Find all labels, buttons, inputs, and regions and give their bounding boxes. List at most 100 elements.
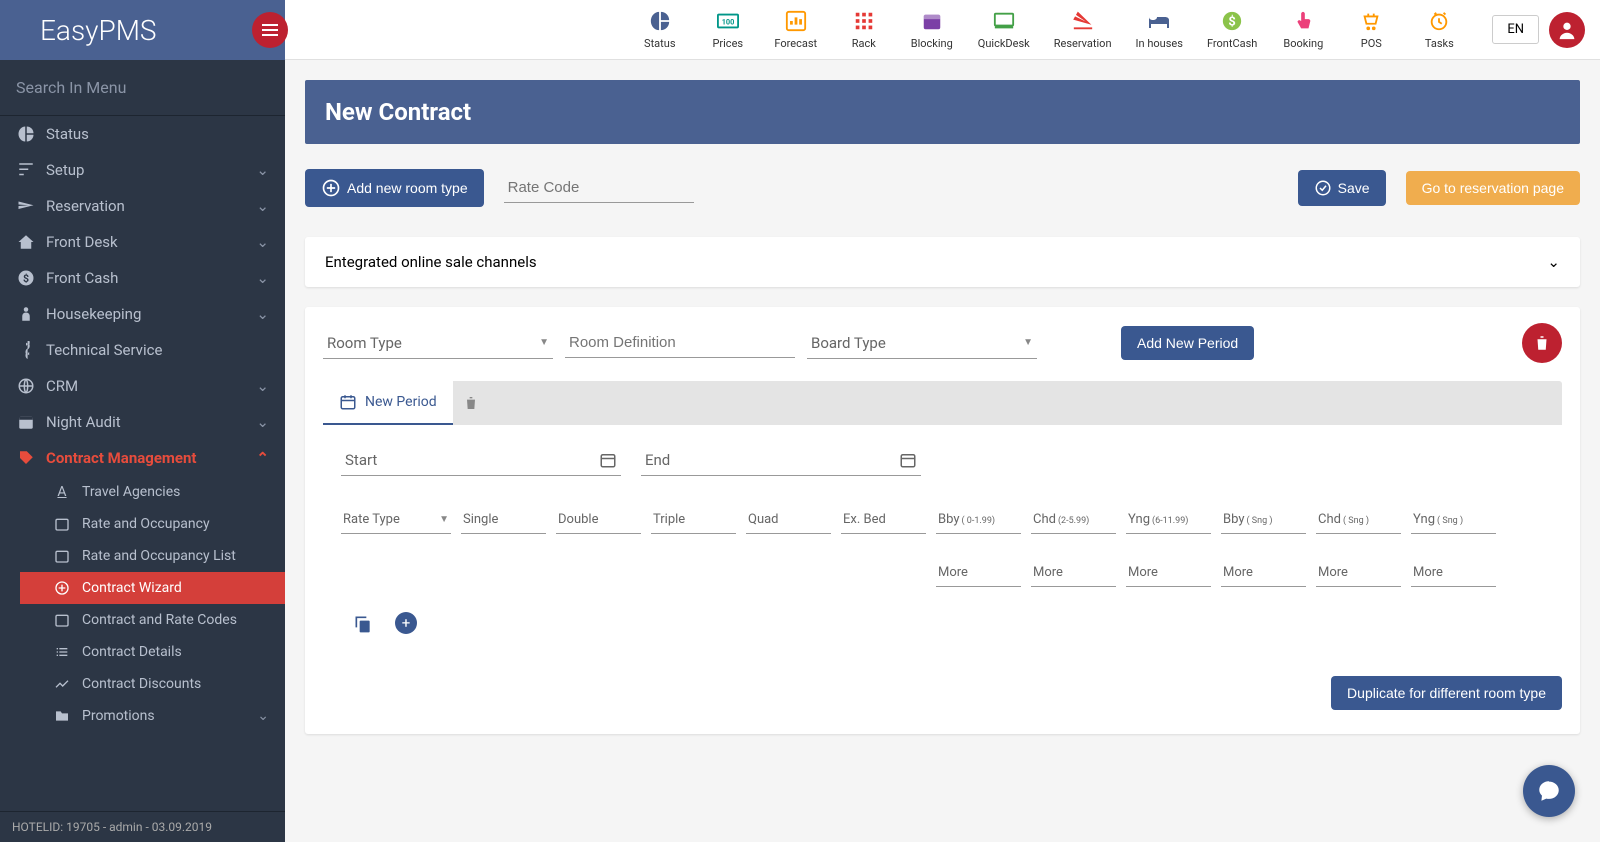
sidebar-item-reservation[interactable]: Reservation ⌄ — [0, 188, 285, 224]
copy-button[interactable] — [351, 612, 375, 636]
sidebar-item-setup[interactable]: Setup ⌄ — [0, 152, 285, 188]
sidebar-item-rateoccupancylist[interactable]: Rate and Occupancy List — [20, 540, 285, 572]
calendar-icon — [16, 413, 36, 431]
clock-icon — [1427, 9, 1451, 33]
topnav-label: Prices — [712, 37, 743, 50]
sidebar-item-promotions[interactable]: Promotions ⌄ — [20, 700, 285, 732]
topnav-item-booking[interactable]: Booking — [1273, 7, 1333, 52]
tab-new-period[interactable]: New Period — [323, 381, 453, 425]
user-avatar[interactable] — [1549, 12, 1585, 48]
more-input[interactable]: More — [1316, 559, 1401, 587]
topnav-item-quickdesk[interactable]: QuickDesk — [970, 7, 1038, 52]
rate-yng1-input[interactable]: Yng(6-11.99) — [1126, 506, 1211, 534]
delete-period-button[interactable] — [453, 395, 489, 411]
dropdown-icon: ▼ — [539, 337, 549, 348]
chevron-down-icon: ⌄ — [256, 377, 269, 395]
sidebar-item-contractmgmt[interactable]: Contract Management ⌃ — [0, 440, 285, 476]
trash-icon — [1533, 334, 1551, 352]
topnav-item-reservation[interactable]: Reservation — [1046, 7, 1120, 52]
wrench-icon — [16, 341, 36, 359]
topnav-item-tasks[interactable]: Tasks — [1409, 7, 1469, 52]
sidebar-item-technical[interactable]: Technical Service — [0, 332, 285, 368]
sidebar-item-agencies[interactable]: A Travel Agencies — [20, 476, 285, 508]
period-body: Start End Rate Type▼ Single Double Tripl… — [323, 425, 1562, 656]
end-date-input[interactable]: End — [641, 445, 921, 476]
nav-label: Contract Discounts — [82, 676, 201, 692]
sidebar-item-contractratecodes[interactable]: Contract and Rate Codes — [20, 604, 285, 636]
more-input[interactable]: More — [936, 559, 1021, 587]
rate-code-input[interactable] — [504, 173, 694, 203]
btn-label: Go to reservation page — [1422, 180, 1564, 196]
topnav-item-prices[interactable]: 100Prices — [698, 7, 758, 52]
calendar-icon — [52, 612, 72, 628]
topnav-item-status[interactable]: Status — [630, 7, 690, 52]
add-new-period-button[interactable]: Add New Period — [1121, 326, 1254, 360]
chat-bubble-button[interactable] — [1523, 765, 1575, 817]
sidebar-item-nightaudit[interactable]: Night Audit ⌄ — [0, 404, 285, 440]
add-row-button[interactable]: + — [395, 612, 417, 634]
rate-triple-input[interactable]: Triple — [651, 506, 736, 534]
board-type-select[interactable]: Board Type▼ — [807, 328, 1037, 359]
rate-exbed-input[interactable]: Ex. Bed — [841, 506, 926, 534]
room-type-select[interactable]: Room Type▼ — [323, 328, 553, 359]
delete-room-button[interactable] — [1522, 323, 1562, 363]
btn-label: Add new room type — [347, 180, 468, 196]
sidebar-item-housekeeping[interactable]: Housekeeping ⌄ — [0, 296, 285, 332]
accordion-header[interactable]: Entegrated online sale channels ⌄ — [305, 237, 1580, 287]
topnav-item-pos[interactable]: POS — [1341, 7, 1401, 52]
search-menu-input[interactable]: Search In Menu — [0, 60, 285, 116]
topnav-label: Blocking — [911, 37, 953, 50]
sidebar-item-contractdiscounts[interactable]: Contract Discounts — [20, 668, 285, 700]
calendar-icon — [899, 451, 917, 469]
more-input[interactable]: More — [1126, 559, 1211, 587]
topnav-item-rack[interactable]: Rack — [834, 7, 894, 52]
rate-type-select[interactable]: Rate Type▼ — [341, 506, 451, 534]
action-bar: Add new room type Save Go to reservation… — [305, 169, 1580, 207]
rate-chd1-input[interactable]: Chd(2-5.99) — [1031, 506, 1116, 534]
save-button[interactable]: Save — [1298, 170, 1386, 206]
hamburger-icon — [262, 29, 278, 31]
sidebar-item-crm[interactable]: CRM ⌄ — [0, 368, 285, 404]
input-label: End — [645, 451, 899, 469]
rate-bby2-input[interactable]: Bby( Sng ) — [1221, 506, 1306, 534]
language-select[interactable]: EN — [1492, 15, 1539, 44]
rate-chd2-input[interactable]: Chd( Sng ) — [1316, 506, 1401, 534]
add-room-type-button[interactable]: Add new room type — [305, 169, 484, 207]
duplicate-button[interactable]: Duplicate for different room type — [1331, 676, 1562, 710]
rate-quad-input[interactable]: Quad — [746, 506, 831, 534]
rate-bby1-input[interactable]: Bby( 0-1.99) — [936, 506, 1021, 534]
channels-accordion[interactable]: Entegrated online sale channels ⌄ — [305, 237, 1580, 287]
sidebar-item-frontdesk[interactable]: Front Desk ⌄ — [0, 224, 285, 260]
col-pre: Yng — [1413, 512, 1435, 527]
nav-label: Front Cash — [46, 269, 118, 287]
calendar-icon — [920, 9, 944, 33]
col-sup: (6-11.99) — [1152, 516, 1188, 526]
sidebar-item-status[interactable]: Status — [0, 116, 285, 152]
trash-icon — [463, 395, 479, 411]
more-input[interactable]: More — [1411, 559, 1496, 587]
more-input[interactable]: More — [1221, 559, 1306, 587]
rate-single-input[interactable]: Single — [461, 506, 546, 534]
bottom-bar: Duplicate for different room type — [323, 676, 1562, 710]
rate-yng2-input[interactable]: Yng( Sng ) — [1411, 506, 1496, 534]
sidebar-item-frontcash[interactable]: $ Front Cash ⌄ — [0, 260, 285, 296]
topnav-item-inhouses[interactable]: In houses — [1128, 7, 1191, 52]
col-label: Ex. Bed — [843, 512, 886, 527]
room-definition-input[interactable] — [565, 328, 795, 358]
rate-double-input[interactable]: Double — [556, 506, 641, 534]
topnav-item-blocking[interactable]: Blocking — [902, 7, 962, 52]
nav-sub-contract: A Travel Agencies Rate and Occupancy Rat… — [0, 476, 285, 732]
sidebar-item-contractdetails[interactable]: Contract Details — [20, 636, 285, 668]
menu-toggle-button[interactable] — [252, 12, 288, 48]
trend-icon — [52, 676, 72, 692]
tab-label: New Period — [365, 394, 437, 410]
goto-reservation-button[interactable]: Go to reservation page — [1406, 171, 1580, 205]
topnav-item-frontcash[interactable]: $FrontCash — [1199, 7, 1265, 52]
more-input[interactable]: More — [1031, 559, 1116, 587]
person-icon — [16, 305, 36, 323]
topnav-item-forecast[interactable]: Forecast — [766, 7, 826, 52]
copy-icon — [353, 614, 373, 634]
sidebar-item-contractwizard[interactable]: Contract Wizard — [20, 572, 285, 604]
sidebar-item-rateoccupancy[interactable]: Rate and Occupancy — [20, 508, 285, 540]
start-date-input[interactable]: Start — [341, 445, 621, 476]
